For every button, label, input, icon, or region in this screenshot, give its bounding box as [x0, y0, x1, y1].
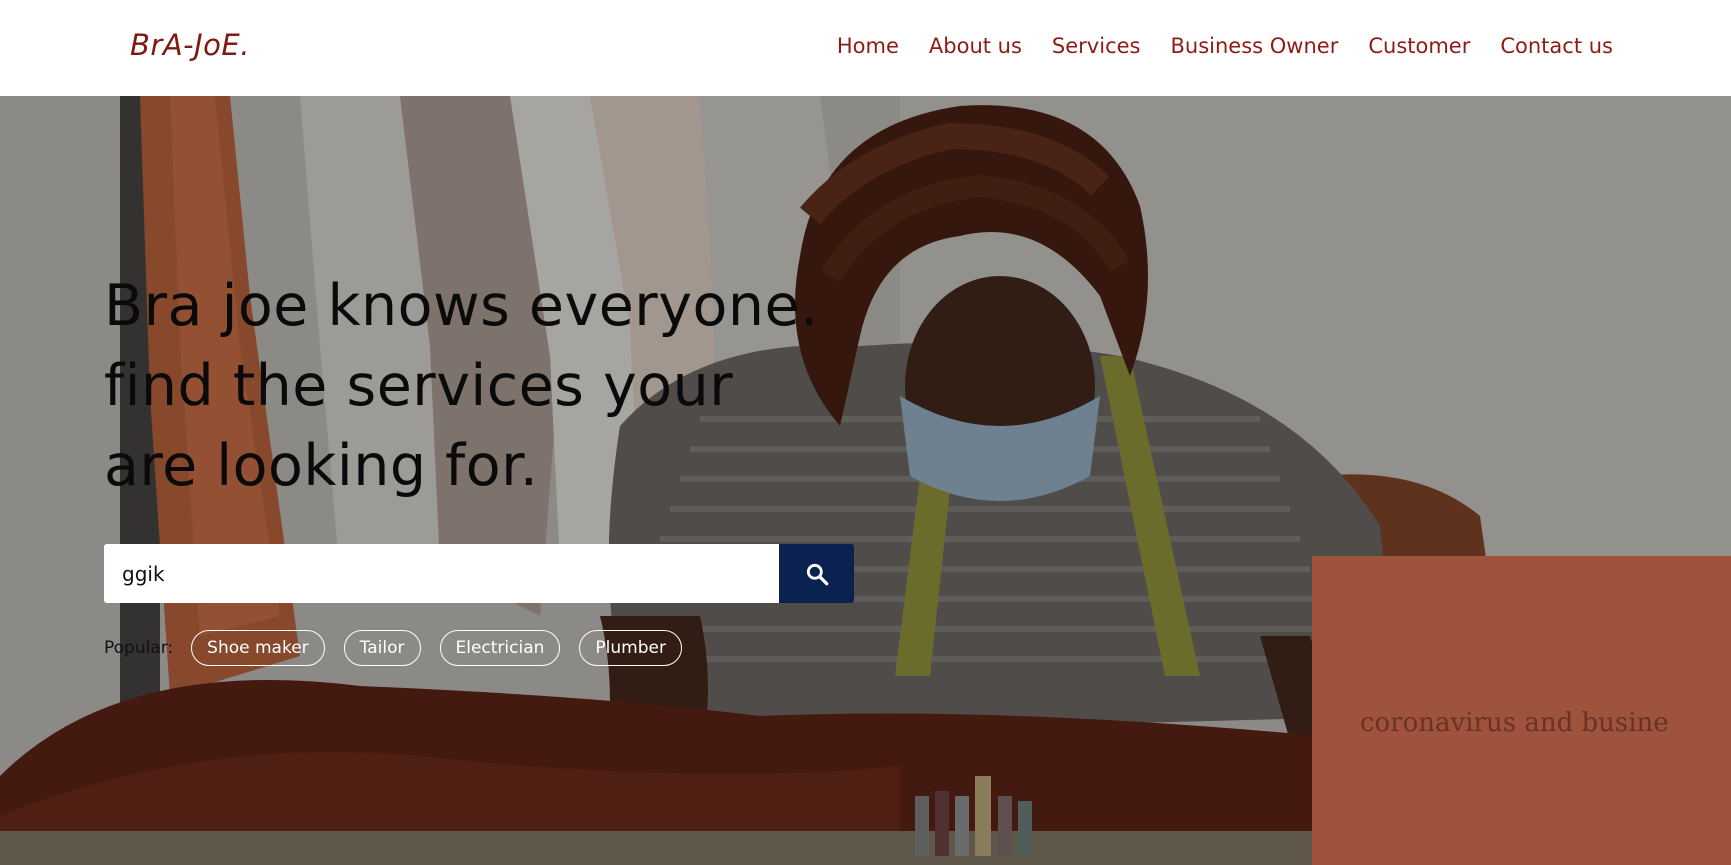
hero-section: coronavirus and busine Bra joe knows eve…: [0, 96, 1731, 865]
main-nav: Home About us Services Business Owner Cu…: [807, 34, 1613, 58]
popular-tags: Popular: Shoe maker Tailor Electrician P…: [104, 630, 701, 666]
headline-line-1: Bra joe knows everyone.: [104, 273, 819, 339]
hero-headline: Bra joe knows everyone. find the service…: [104, 266, 924, 506]
site-logo[interactable]: BrA-JoE.: [130, 28, 250, 62]
popular-label: Popular:: [104, 638, 174, 658]
popular-tag-tailor[interactable]: Tailor: [343, 630, 421, 666]
headline-line-2: find the services your: [104, 353, 734, 419]
headline-line-3: are looking for.: [104, 433, 539, 499]
popular-tag-plumber[interactable]: Plumber: [579, 630, 682, 666]
popular-tag-electrician[interactable]: Electrician: [439, 630, 561, 666]
nav-business-owner[interactable]: Business Owner: [1170, 34, 1338, 58]
site-header: BrA-JoE. Home About us Services Business…: [0, 0, 1731, 96]
search-bar: [104, 544, 854, 603]
nav-home[interactable]: Home: [837, 34, 899, 58]
nav-about-us[interactable]: About us: [929, 34, 1022, 58]
nav-contact-us[interactable]: Contact us: [1500, 34, 1613, 58]
nav-customer[interactable]: Customer: [1368, 34, 1470, 58]
search-icon: [806, 563, 828, 585]
nav-services[interactable]: Services: [1052, 34, 1141, 58]
search-input[interactable]: [104, 544, 779, 603]
popular-tag-shoe-maker[interactable]: Shoe maker: [191, 630, 325, 666]
search-button[interactable]: [779, 544, 854, 603]
